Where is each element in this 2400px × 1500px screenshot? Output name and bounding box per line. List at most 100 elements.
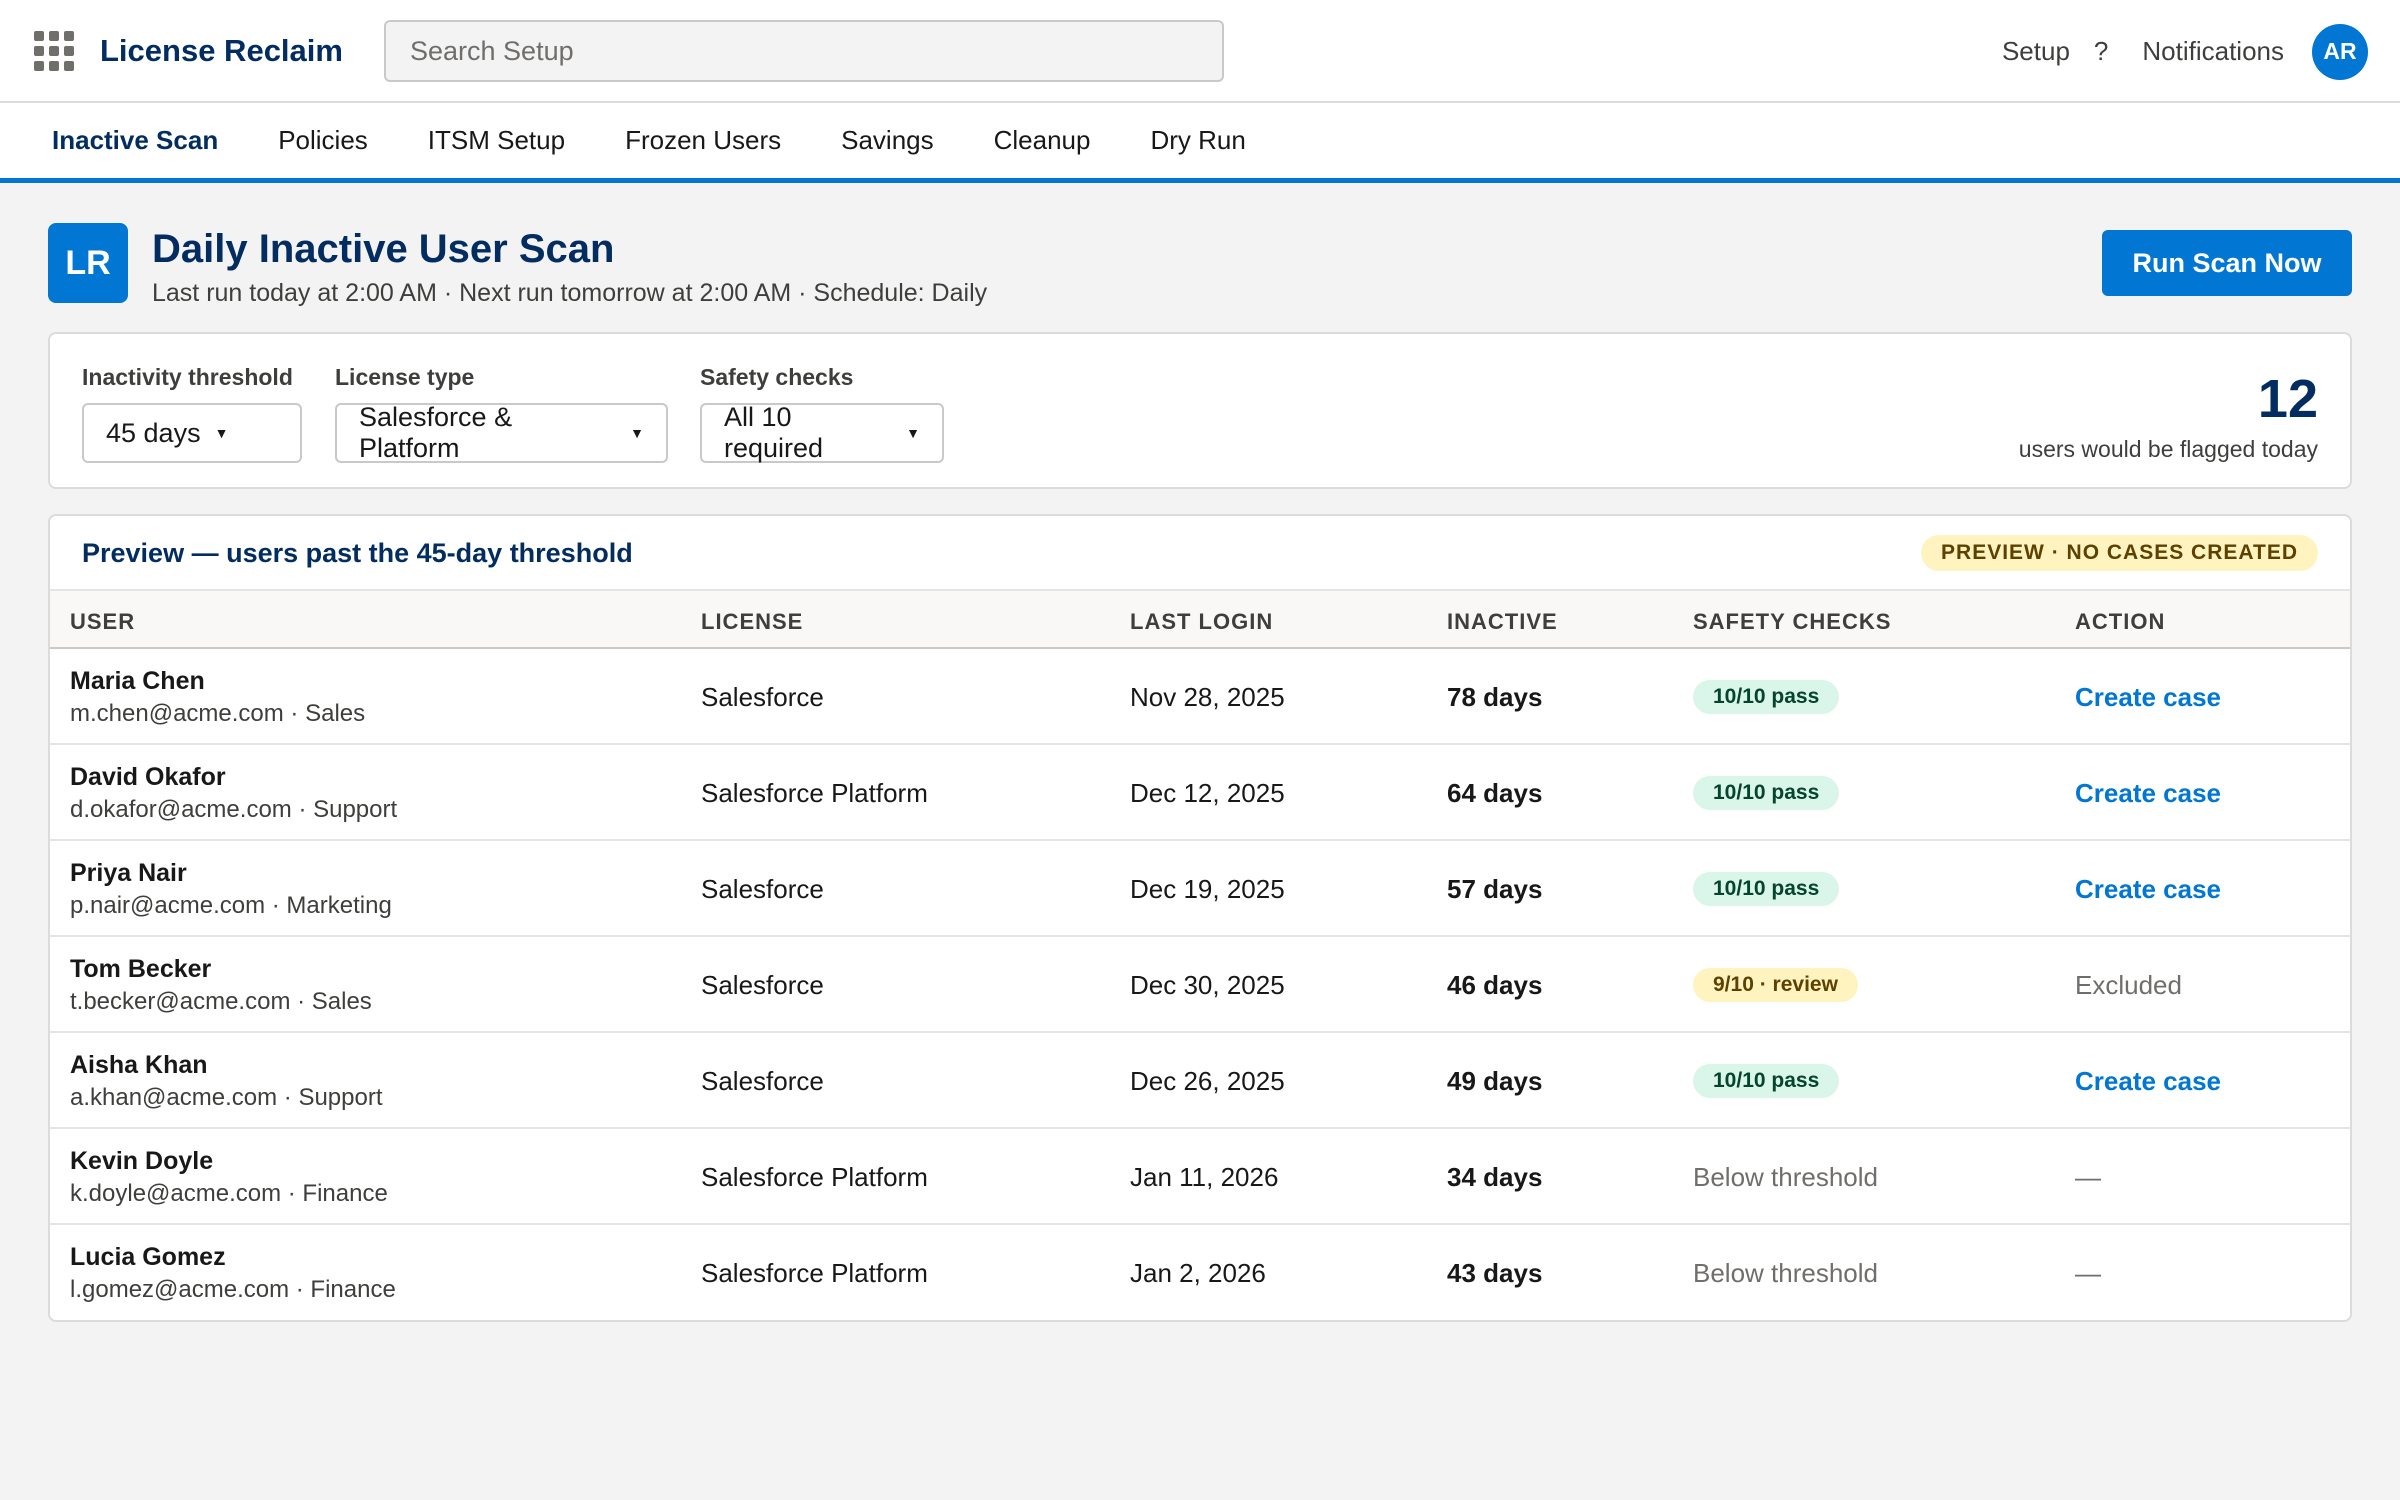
col-license[interactable]: LICENSE (701, 609, 803, 635)
safety-checks-cell: 10/10 pass (1693, 1033, 1840, 1129)
help-icon[interactable]: ? (2094, 36, 2108, 67)
user-name: Kevin Doyle (70, 1146, 214, 1175)
column-headers: USER LICENSE LAST LOGIN INACTIVE SAFETY … (50, 591, 2350, 649)
safety-label: Safety checks (700, 364, 854, 390)
license-cell: Salesforce Platform (701, 777, 928, 808)
table-row: Aisha Khan a.khan@acme.com · Support Sales… (50, 1033, 2350, 1129)
tab-itsm-setup[interactable]: ITSM Setup (428, 125, 565, 156)
preview-table-card: Preview — users past the 45-day threshol… (48, 514, 2352, 1322)
tab-inactive-scan[interactable]: Inactive Scan (52, 125, 218, 156)
table-row: Priya Nair p.nair@acme.com · Marketing Sal… (50, 841, 2350, 937)
header-actions: Setup ? Notifications AR (1968, 0, 2368, 103)
safety-filter: Safety checks All 10 required ▼ (700, 364, 944, 463)
last-login-cell: Nov 28, 2025 (1130, 681, 1285, 712)
user-email-dept: k.doyle@acme.com · Finance (70, 1179, 388, 1207)
license-select[interactable]: Salesforce & Platform ▼ (335, 402, 668, 463)
action-cell: Create case (2075, 1033, 2221, 1129)
user-cell: David Okafor d.okafor@acme.com · Support (70, 745, 397, 841)
license-filter: License type Salesforce & Platform ▼ (335, 364, 668, 463)
safety-select[interactable]: All 10 required ▼ (700, 402, 944, 463)
search-input[interactable] (384, 20, 1224, 82)
threshold-label: Inactivity threshold (82, 364, 293, 390)
create-case-link[interactable]: Create case (2075, 682, 2221, 713)
inactive-days-cell: 78 days (1447, 681, 1543, 712)
user-name: Tom Becker (70, 954, 212, 983)
tab-policies[interactable]: Policies (278, 125, 368, 156)
action-cell: Excluded (2075, 937, 2182, 1033)
user-email-dept: t.becker@acme.com · Sales (70, 987, 372, 1015)
safety-status-badge: 10/10 pass (1693, 872, 1840, 906)
table-header: Preview — users past the 45-day threshol… (50, 516, 2350, 591)
tab-cleanup[interactable]: Cleanup (994, 125, 1091, 156)
user-cell: Maria Chen m.chen@acme.com · Sales (70, 649, 365, 745)
chevron-down-icon: ▼ (906, 425, 920, 441)
tab-frozen-users[interactable]: Frozen Users (625, 125, 781, 156)
action-cell: Create case (2075, 841, 2221, 937)
license-value: Salesforce & Platform (359, 402, 513, 463)
flagged-count: 12 (2257, 369, 2318, 429)
create-case-link[interactable]: Create case (2075, 874, 2221, 905)
user-name: Lucia Gomez (70, 1242, 226, 1271)
setup-link[interactable]: Setup (2002, 36, 2070, 67)
app-name: License Reclaim (100, 32, 343, 68)
user-cell: Kevin Doyle k.doyle@acme.com · Finance (70, 1129, 388, 1225)
col-action: ACTION (2075, 609, 2166, 634)
chevron-down-icon: ▼ (630, 425, 644, 441)
page-subtitle: Last run today at 2:00 AM · Next run tom… (152, 279, 988, 307)
run-scan-button[interactable]: Run Scan Now (2102, 230, 2352, 296)
inactive-days-cell: 49 days (1447, 1065, 1543, 1096)
threshold-select[interactable]: 45 days ▼ (82, 403, 302, 463)
create-case-link[interactable]: Create case (2075, 778, 2221, 809)
user-name: Aisha Khan (70, 1050, 208, 1079)
user-cell: Tom Becker t.becker@acme.com · Sales (70, 937, 372, 1033)
last-login-cell: Dec 19, 2025 (1130, 873, 1285, 904)
chevron-down-icon: ▼ (214, 425, 229, 441)
table-row: Tom Becker t.becker@acme.com · Sales Sales… (50, 937, 2350, 1033)
inactive-days-cell: 46 days (1447, 969, 1543, 1000)
col-inactive[interactable]: INACTIVE (1447, 609, 1558, 635)
create-case-link[interactable]: Create case (2075, 1066, 2221, 1097)
inactive-days-cell: 43 days (1447, 1257, 1543, 1288)
action-status-text: — (2075, 1161, 2101, 1192)
action-cell: — (2075, 1225, 2101, 1320)
license-cell: Salesforce (701, 873, 824, 904)
preview-badge: PREVIEW · NO CASES CREATED (1921, 535, 2318, 571)
last-login-cell: Dec 30, 2025 (1130, 969, 1285, 1000)
safety-checks-cell: 10/10 pass (1693, 649, 1840, 745)
table-row: Lucia Gomez l.gomez@acme.com · Finance Sal… (50, 1225, 2350, 1320)
user-email-dept: a.khan@acme.com · Support (70, 1083, 383, 1111)
inactive-days-cell: 57 days (1447, 873, 1543, 904)
safety-checks-cell: Below threshold (1693, 1129, 1878, 1225)
page-header: LR Daily Inactive User Scan Last run tod… (0, 183, 2400, 333)
user-email-dept: m.chen@acme.com · Sales (70, 699, 366, 727)
license-cell: Salesforce (701, 969, 824, 1000)
app-launcher-icon[interactable] (34, 30, 74, 71)
col-last-login[interactable]: LAST LOGIN (1130, 609, 1273, 635)
table-title: Preview — users past the 45-day threshol… (82, 538, 633, 568)
avatar[interactable]: AR (2312, 23, 2368, 80)
action-status-text: — (2075, 1257, 2101, 1288)
threshold-value: 45 days (106, 417, 201, 448)
notifications-link[interactable]: Notifications (2142, 36, 2284, 67)
flagged-summary: 12 users would be flagged today (2019, 372, 2318, 463)
last-login-cell: Dec 12, 2025 (1130, 777, 1285, 808)
user-cell: Aisha Khan a.khan@acme.com · Support (70, 1033, 383, 1129)
tab-savings[interactable]: Savings (841, 125, 934, 156)
user-email-dept: l.gomez@acme.com · Finance (70, 1275, 396, 1303)
flagged-label: users would be flagged today (2018, 436, 2318, 462)
user-name: Maria Chen (70, 666, 205, 695)
safety-value: All 10 required (724, 402, 824, 463)
action-cell: — (2075, 1129, 2101, 1225)
safety-status-badge: 10/10 pass (1693, 680, 1840, 714)
action-status-text: Excluded (2075, 969, 2182, 1000)
tab-dry-run[interactable]: Dry Run (1150, 125, 1245, 156)
safety-checks-cell: 10/10 pass (1693, 841, 1840, 937)
col-safety-checks[interactable]: SAFETY CHECKS (1693, 609, 1891, 635)
license-cell: Salesforce (701, 1065, 824, 1096)
safety-checks-cell: Below threshold (1693, 1225, 1878, 1320)
last-login-cell: Dec 26, 2025 (1130, 1065, 1285, 1096)
last-login-cell: Jan 2, 2026 (1130, 1257, 1266, 1288)
col-user[interactable]: USER (70, 609, 135, 635)
inactive-days-cell: 34 days (1447, 1161, 1543, 1192)
user-name: David Okafor (70, 762, 226, 791)
